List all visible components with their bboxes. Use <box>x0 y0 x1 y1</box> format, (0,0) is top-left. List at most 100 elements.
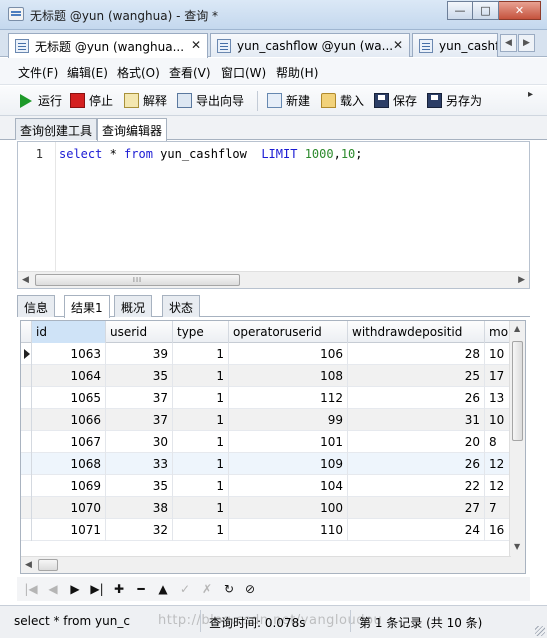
doc-tab-cashflow[interactable]: yun_cashflow @yun (wa... ✕ <box>210 33 410 57</box>
column-header-userid[interactable]: userid <box>106 321 173 343</box>
table-row[interactable]: 1063 39 1 106 28 10 <box>21 343 511 365</box>
explain-button[interactable]: 解释 <box>124 92 167 109</box>
save-button[interactable]: 保存 <box>374 92 417 109</box>
cell-operatoruserid[interactable]: 108 <box>229 365 348 387</box>
new-button[interactable]: 新建 <box>267 92 310 109</box>
menu-view[interactable]: 查看(V) <box>169 64 211 81</box>
table-row[interactable]: 1067 30 1 101 20 8 <box>21 431 511 453</box>
row-indicator[interactable] <box>21 453 32 475</box>
previous-record-button[interactable]: ◀ <box>45 581 61 597</box>
scroll-left-icon[interactable]: ◀ <box>22 275 29 285</box>
cell-type[interactable]: 1 <box>173 343 229 365</box>
cell-type[interactable]: 1 <box>173 453 229 475</box>
table-row[interactable]: 1070 38 1 100 27 7 <box>21 497 511 519</box>
export-wizard-button[interactable]: 导出向导 <box>177 92 244 109</box>
cell-withdrawdepositid[interactable]: 26 <box>348 453 485 475</box>
cell-mo[interactable]: 12 <box>485 475 511 497</box>
column-header-type[interactable]: type <box>173 321 229 343</box>
cell-operatoruserid[interactable]: 109 <box>229 453 348 475</box>
minimize-button[interactable]: — <box>447 1 473 20</box>
cell-userid[interactable]: 32 <box>106 519 173 541</box>
close-button[interactable]: ✕ <box>499 1 541 20</box>
tab-query-builder[interactable]: 查询创建工具 <box>15 118 98 140</box>
cell-mo[interactable]: 17 <box>485 365 511 387</box>
cell-operatoruserid[interactable]: 100 <box>229 497 348 519</box>
cell-mo[interactable]: 8 <box>485 431 511 453</box>
tab-scroll-left-button[interactable]: ◀ <box>500 34 517 52</box>
tab-result-1[interactable]: 结果1 <box>64 295 110 318</box>
last-record-button[interactable]: ▶| <box>89 581 105 597</box>
cell-userid[interactable]: 33 <box>106 453 173 475</box>
row-indicator[interactable] <box>21 431 32 453</box>
cell-userid[interactable]: 39 <box>106 343 173 365</box>
cell-withdrawdepositid[interactable]: 27 <box>348 497 485 519</box>
cell-type[interactable]: 1 <box>173 497 229 519</box>
cell-operatoruserid[interactable]: 112 <box>229 387 348 409</box>
next-record-button[interactable]: ▶ <box>67 581 83 597</box>
delete-record-button[interactable]: ━ <box>133 581 149 597</box>
cell-operatoruserid[interactable]: 110 <box>229 519 348 541</box>
scroll-down-icon[interactable]: ▼ <box>514 542 520 551</box>
row-indicator[interactable] <box>21 475 32 497</box>
cell-mo[interactable]: 12 <box>485 453 511 475</box>
table-row[interactable]: 1068 33 1 109 26 12 <box>21 453 511 475</box>
row-indicator[interactable] <box>21 387 32 409</box>
cell-withdrawdepositid[interactable]: 25 <box>348 365 485 387</box>
cell-id[interactable]: 1067 <box>32 431 106 453</box>
grid-vertical-scrollbar[interactable]: ▲ ▼ <box>509 321 525 573</box>
table-row[interactable]: 1071 32 1 110 24 16 <box>21 519 511 541</box>
cell-userid[interactable]: 30 <box>106 431 173 453</box>
column-header-operatoruserid[interactable]: operatoruserid <box>229 321 348 343</box>
cell-id[interactable]: 1064 <box>32 365 106 387</box>
apply-changes-button[interactable]: ✓ <box>177 581 193 597</box>
cell-mo[interactable]: 13 <box>485 387 511 409</box>
menu-help[interactable]: 帮助(H) <box>276 64 318 81</box>
load-button[interactable]: 载入 <box>321 92 364 109</box>
table-row[interactable]: 1069 35 1 104 22 12 <box>21 475 511 497</box>
cell-mo[interactable]: 10 <box>485 409 511 431</box>
menu-file[interactable]: 文件(F) <box>18 64 58 81</box>
cell-operatoruserid[interactable]: 99 <box>229 409 348 431</box>
menu-format[interactable]: 格式(O) <box>117 64 160 81</box>
cell-id[interactable]: 1071 <box>32 519 106 541</box>
discard-changes-button[interactable]: ✗ <box>199 581 215 597</box>
cell-id[interactable]: 1065 <box>32 387 106 409</box>
toolbar-overflow-button[interactable]: ▸ <box>528 90 533 100</box>
cell-type[interactable]: 1 <box>173 519 229 541</box>
tab-close-icon[interactable]: ✕ <box>191 38 201 52</box>
cell-withdrawdepositid[interactable]: 22 <box>348 475 485 497</box>
scroll-up-icon[interactable]: ▲ <box>514 324 520 333</box>
cell-userid[interactable]: 37 <box>106 387 173 409</box>
sql-code[interactable]: select * from yun_cashflow LIMIT 1000,10… <box>59 147 363 161</box>
doc-tab-cashflow-2[interactable]: yun_cashfl <box>412 33 498 57</box>
run-button[interactable]: 运行 <box>20 92 62 109</box>
table-row[interactable]: 1066 37 1 99 31 10 <box>21 409 511 431</box>
first-record-button[interactable]: |◀ <box>23 581 39 597</box>
cell-operatoruserid[interactable]: 106 <box>229 343 348 365</box>
cell-id[interactable]: 1070 <box>32 497 106 519</box>
scroll-thumb[interactable]: III <box>35 274 240 286</box>
cell-type[interactable]: 1 <box>173 365 229 387</box>
row-indicator[interactable] <box>21 343 32 365</box>
grid-horizontal-scrollbar[interactable]: ◀ <box>21 556 511 573</box>
editor-horizontal-scrollbar[interactable]: ◀ III ▶ <box>18 271 529 288</box>
tab-info[interactable]: 信息 <box>17 295 56 317</box>
menu-edit[interactable]: 编辑(E) <box>67 64 108 81</box>
tab-profile[interactable]: 概况 <box>114 295 153 317</box>
move-up-button[interactable]: ▲ <box>155 581 171 597</box>
scroll-left-icon[interactable]: ◀ <box>25 560 32 570</box>
stop-loading-button[interactable]: ⊘ <box>242 581 258 597</box>
add-record-button[interactable]: ✚ <box>111 581 127 597</box>
row-indicator[interactable] <box>21 519 32 541</box>
tab-close-icon[interactable]: ✕ <box>393 38 403 52</box>
cell-type[interactable]: 1 <box>173 409 229 431</box>
cell-type[interactable]: 1 <box>173 387 229 409</box>
scroll-thumb[interactable] <box>38 559 58 571</box>
scroll-thumb[interactable] <box>512 341 523 441</box>
cell-withdrawdepositid[interactable]: 28 <box>348 343 485 365</box>
row-indicator[interactable] <box>21 409 32 431</box>
maximize-button[interactable]: □ <box>473 1 499 20</box>
cell-operatoruserid[interactable]: 104 <box>229 475 348 497</box>
cell-mo[interactable]: 10 <box>485 343 511 365</box>
tab-status[interactable]: 状态 <box>162 295 201 317</box>
